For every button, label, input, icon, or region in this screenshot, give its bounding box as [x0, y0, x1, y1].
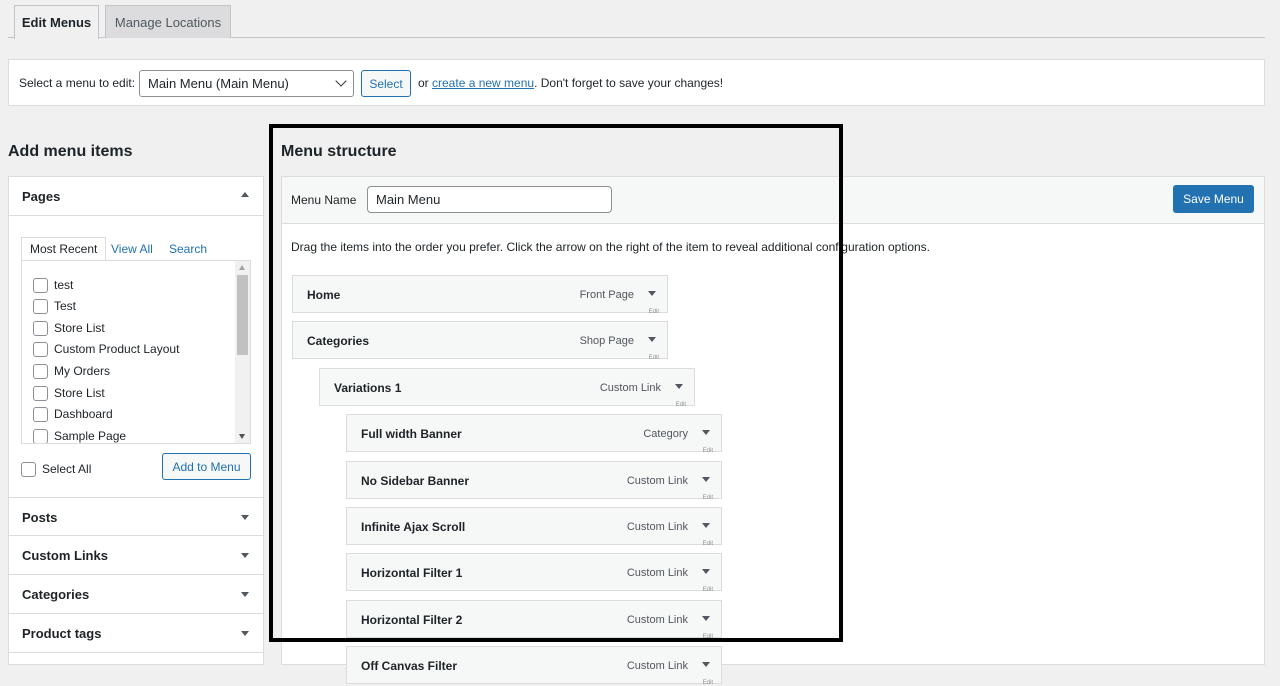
page-label: Store List [54, 386, 105, 400]
categories-section-title: Categories [22, 587, 90, 602]
categories-section-header[interactable]: Categories [9, 575, 263, 614]
page-label: Store List [54, 321, 105, 335]
page-label: My Orders [54, 364, 111, 378]
checkbox[interactable] [33, 428, 48, 443]
checkbox[interactable] [33, 341, 48, 357]
caret-down-icon [241, 553, 249, 558]
save-reminder-text: . Don't forget to save your changes! [534, 76, 724, 90]
chevron-down-icon [335, 75, 347, 87]
custom-links-section-title: Custom Links [22, 548, 108, 563]
caret-up-icon [241, 192, 249, 197]
menu-item-title: Off Canvas Filter [361, 659, 458, 674]
select-menu-bar: Select a menu to edit: Main Menu (Main M… [8, 59, 1265, 106]
checkbox[interactable] [33, 320, 48, 336]
or-text: or [418, 76, 433, 90]
list-item[interactable]: Sample Page [33, 428, 127, 443]
product-tags-section-title: Product tags [22, 626, 102, 641]
checkbox[interactable] [33, 363, 48, 379]
pages-scrollbar[interactable] [235, 261, 250, 443]
add-to-menu-label: Add to Menu [172, 459, 241, 474]
custom-links-section-header[interactable]: Custom Links [9, 536, 263, 575]
menu-select-value: Main Menu (Main Menu) [148, 76, 289, 91]
select-menu-button[interactable]: Select [361, 70, 411, 97]
page-label: test [54, 278, 74, 292]
checkbox[interactable] [33, 385, 48, 401]
select-menu-button-label: Select [369, 76, 403, 91]
add-menu-items-panel: Pages Most Recent View All Search test T… [8, 176, 264, 665]
product-tags-section-header[interactable]: Product tags [9, 614, 263, 653]
save-menu-label: Save Menu [1183, 192, 1244, 206]
add-menu-items-heading: Add menu items [8, 143, 133, 160]
add-to-menu-button[interactable]: Add to Menu [162, 453, 251, 480]
caret-down-icon [241, 631, 249, 636]
subtab-search-label: Search [169, 242, 208, 256]
pages-section-header[interactable]: Pages [9, 177, 263, 216]
tab-manage-locations[interactable]: Manage Locations [105, 5, 231, 38]
menu-item[interactable]: Off Canvas Filter Custom Link Edit [346, 646, 722, 686]
posts-section-header[interactable]: Posts [9, 497, 263, 536]
subtab-view-all-label: View All [111, 242, 153, 256]
tab-edit-menus[interactable]: Edit Menus [14, 5, 99, 39]
list-item[interactable]: My Orders [33, 363, 110, 379]
list-item[interactable]: Store List [33, 385, 105, 401]
list-item[interactable]: Custom Product Layout [33, 341, 179, 357]
select-menu-label: Select a menu to edit: [19, 76, 136, 90]
subtab-most-recent-label: Most Recent [30, 242, 98, 256]
page-label: Sample Page [54, 429, 127, 443]
save-menu-button[interactable]: Save Menu [1173, 185, 1254, 213]
tab-manage-locations-label: Manage Locations [114, 14, 222, 30]
select-all-label: Select All [42, 462, 92, 476]
tab-edit-menus-label: Edit Menus [21, 15, 92, 30]
caret-down-icon [241, 515, 249, 520]
subtab-view-all[interactable]: View All [103, 237, 161, 261]
select-all-checkbox[interactable] [21, 461, 36, 477]
list-item[interactable]: Store List [33, 320, 105, 336]
select-menu-hint: or create a new menu. Don't forget to sa… [418, 76, 723, 90]
checkbox[interactable] [33, 406, 48, 422]
list-item[interactable]: test [33, 277, 73, 293]
select-all-row[interactable]: Select All [21, 461, 91, 477]
list-item[interactable]: Dashboard [33, 406, 113, 422]
scroll-up-icon[interactable] [239, 265, 245, 270]
page-label: Test [54, 299, 77, 313]
page-label: Custom Product Layout [54, 342, 180, 356]
page-label: Dashboard [54, 407, 113, 421]
pages-section-title: Pages [22, 189, 61, 204]
menu-select-dropdown[interactable]: Main Menu (Main Menu) [139, 70, 354, 97]
subtab-most-recent[interactable]: Most Recent [21, 237, 107, 261]
scroll-down-icon[interactable] [239, 434, 245, 439]
list-item[interactable]: Test [33, 298, 76, 314]
pages-checklist[interactable]: test Test Store List Custom Product Layo… [21, 260, 251, 444]
create-new-menu-link[interactable]: create a new menu [432, 76, 534, 90]
scrollbar-thumb[interactable] [237, 275, 248, 355]
menu-item-edit-label: Edit [702, 680, 713, 686]
checkbox[interactable] [33, 277, 48, 293]
caret-down-icon [241, 592, 249, 597]
menu-item-type: Custom Link [626, 660, 688, 673]
subtab-search[interactable]: Search [161, 237, 215, 261]
posts-section-title: Posts [22, 510, 58, 525]
highlight-frame [269, 124, 843, 642]
checkbox[interactable] [33, 298, 48, 314]
